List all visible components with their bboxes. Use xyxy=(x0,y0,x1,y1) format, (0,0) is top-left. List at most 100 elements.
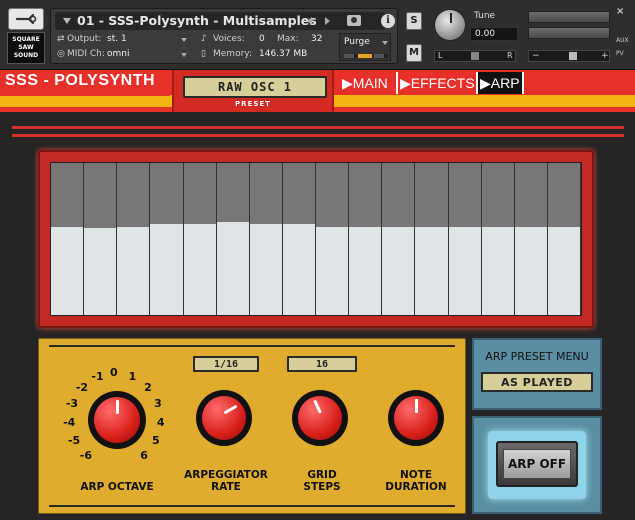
step-14[interactable] xyxy=(481,163,515,315)
step-level xyxy=(382,227,415,315)
arp-rate-value: 1/16 xyxy=(195,358,257,370)
arp-octave-label: ARP OCTAVE xyxy=(80,481,154,493)
octave-tick-label: -4 xyxy=(63,415,76,429)
grid-steps-knob[interactable] xyxy=(292,390,348,446)
output-dropdown-icon[interactable] xyxy=(181,38,187,42)
tab-main[interactable]: ▶MAIN xyxy=(340,72,398,94)
tab-arp[interactable]: ▶ARP xyxy=(478,72,524,94)
step-3[interactable] xyxy=(117,163,151,315)
pan-handle[interactable] xyxy=(471,52,479,60)
step-level xyxy=(216,222,249,315)
volume-handle[interactable] xyxy=(569,52,577,60)
rate-caption-line-1: ARPEGGIATOR xyxy=(184,469,268,481)
close-icon[interactable]: × xyxy=(616,6,624,17)
info-icon[interactable]: i xyxy=(381,14,395,28)
grid-steps-value: 16 xyxy=(289,358,355,370)
instrument-title-row: 01 - SSS-Polysynth - Multisamples i xyxy=(55,12,395,30)
arp-page: -6 -5 -4 -3 -2 -1 0 1 2 3 4 5 6 ARP OCTAVE 1/16 ARPE… xyxy=(0,112,635,520)
grid-caption-line-1: GRID xyxy=(307,469,337,481)
tune-knob[interactable] xyxy=(434,9,466,41)
step-level xyxy=(481,227,514,315)
arp-preset-menu-display[interactable]: AS PLAYED xyxy=(481,372,593,392)
step-sequencer-frame xyxy=(38,150,594,328)
level-meter-left xyxy=(528,11,610,23)
instrument-title: SSS - POLYSYNTH xyxy=(5,72,156,89)
preset-caption: PRESET xyxy=(235,100,271,108)
memory-icon: ▯ xyxy=(201,49,206,59)
prev-instrument-icon[interactable] xyxy=(307,17,312,25)
note-duration-knob[interactable] xyxy=(388,390,444,446)
step-13[interactable] xyxy=(448,163,482,315)
arpeggiator-rate-knob[interactable] xyxy=(196,390,252,446)
preset-display[interactable]: RAW OSC 1 xyxy=(183,76,327,98)
arp-off-button[interactable]: ARP OFF xyxy=(496,441,578,487)
step-8[interactable] xyxy=(282,163,316,315)
purge-button[interactable]: Purge xyxy=(339,33,391,61)
tab-effects[interactable]: ▶EFFECTS xyxy=(398,72,478,94)
voices-value: 0 xyxy=(259,34,265,44)
volume-slider[interactable]: − + xyxy=(528,50,610,62)
brand-box: SSS - POLYSYNTH xyxy=(0,70,170,96)
volume-plus-label: + xyxy=(601,51,609,61)
max-voices-value[interactable]: 32 xyxy=(311,34,322,44)
step-7[interactable] xyxy=(249,163,283,315)
step-6[interactable] xyxy=(216,163,250,315)
step-12[interactable] xyxy=(415,163,449,315)
octave-tick-label: -5 xyxy=(67,434,81,448)
midi-dropdown-icon[interactable] xyxy=(181,53,187,57)
arp-preset-menu-panel: ARP PRESET MENU AS PLAYED xyxy=(472,338,602,410)
octave-tick-label: 0 xyxy=(110,366,118,379)
next-instrument-icon[interactable] xyxy=(325,17,330,25)
instrument-name: 01 - SSS-Polysynth - Multisamples xyxy=(77,13,317,28)
step-4[interactable] xyxy=(150,163,184,315)
voices-icon: ♪ xyxy=(201,34,207,44)
arp-off-label: ARP OFF xyxy=(503,449,571,479)
octave-tick-label: 3 xyxy=(154,396,162,410)
arp-octave-knob[interactable] xyxy=(88,391,146,449)
step-9[interactable] xyxy=(316,163,350,315)
step-11[interactable] xyxy=(382,163,416,315)
note-duration-label: NOTE DURATION xyxy=(366,469,466,493)
midi-channel-label: MIDI Ch: xyxy=(67,49,105,59)
arpeggiator-rate-label: ARPEGGIATOR RATE xyxy=(176,469,276,493)
note-caption-line-2: DURATION xyxy=(385,481,447,493)
output-value[interactable]: st. 1 xyxy=(107,34,127,44)
pan-right-label: R xyxy=(507,51,513,60)
step-level xyxy=(150,224,183,315)
wrench-button[interactable] xyxy=(8,8,44,30)
decor-stripe-2 xyxy=(12,134,624,137)
pv-button[interactable]: PV xyxy=(616,50,624,57)
arp-preset-menu-value: AS PLAYED xyxy=(483,374,591,390)
step-level xyxy=(282,224,315,315)
wrench-icon xyxy=(15,13,37,25)
step-10[interactable] xyxy=(349,163,383,315)
step-level xyxy=(349,227,382,315)
grid-caption-line-2: STEPS xyxy=(303,481,341,493)
step-1[interactable] xyxy=(51,163,85,315)
step-sequencer[interactable] xyxy=(50,162,582,316)
step-16[interactable] xyxy=(547,163,581,315)
step-2[interactable] xyxy=(84,163,118,315)
mute-button[interactable]: M xyxy=(406,44,422,62)
volume-minus-label: − xyxy=(532,51,540,61)
octave-tick-label: -1 xyxy=(91,369,104,383)
tune-value-field[interactable]: 0.00 xyxy=(470,27,518,41)
collapse-icon[interactable] xyxy=(63,18,71,24)
octave-tick-label: -6 xyxy=(79,449,93,462)
step-level xyxy=(514,227,547,315)
arp-preset-menu-title: ARP PRESET MENU xyxy=(485,350,589,363)
max-label: Max: xyxy=(277,34,299,44)
solo-button[interactable]: S xyxy=(406,12,422,30)
aux-button[interactable]: AUX xyxy=(616,37,629,44)
octave-tick-label: 1 xyxy=(128,369,137,383)
note-caption-line-1: NOTE xyxy=(399,469,433,481)
camera-icon[interactable] xyxy=(347,15,361,26)
decor-stripe-1 xyxy=(12,126,624,129)
step-5[interactable] xyxy=(183,163,217,315)
octave-tick-label: 5 xyxy=(152,434,160,448)
arp-toggle-panel: ARP OFF xyxy=(472,416,602,514)
instrument-top-bar: SSS - POLYSYNTH RAW OSC 1 PRESET ▶MAIN ▶… xyxy=(0,70,635,112)
pan-slider[interactable]: L R xyxy=(434,50,516,62)
step-15[interactable] xyxy=(514,163,548,315)
midi-channel-value[interactable]: omni xyxy=(107,49,129,59)
